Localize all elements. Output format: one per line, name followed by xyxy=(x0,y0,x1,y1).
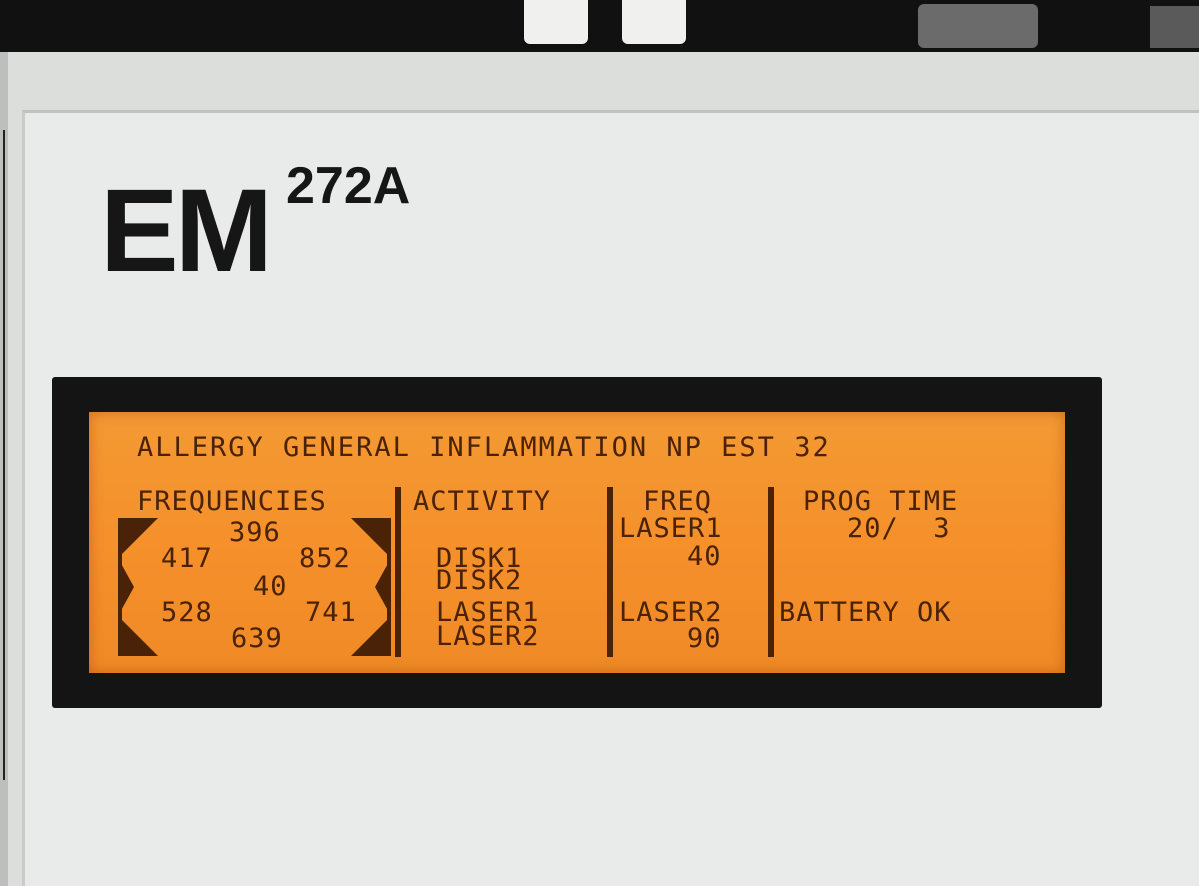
top-peg-right xyxy=(622,0,686,44)
frequency-value: 639 xyxy=(231,623,283,654)
model-number: 272A xyxy=(286,157,411,215)
octagon-corner xyxy=(351,518,391,558)
activity-header: ACTIVITY xyxy=(413,486,552,517)
frequency-value: 396 xyxy=(229,517,281,548)
activity-item: LASER2 xyxy=(436,621,540,652)
octagon-corner xyxy=(118,616,158,656)
display-bezel: ALLERGY GENERAL INFLAMMATION NP EST 32 F… xyxy=(52,377,1102,708)
octagon-notch xyxy=(118,558,134,616)
prog-time-value: 20/ 3 xyxy=(847,513,951,544)
laser1-freq-value: 40 xyxy=(687,541,722,572)
top-peg-left xyxy=(524,0,588,44)
column-divider xyxy=(395,487,401,657)
octagon-corner xyxy=(351,616,391,656)
device-seam xyxy=(3,130,5,780)
frequency-value: 741 xyxy=(305,597,357,628)
column-divider xyxy=(768,487,774,657)
top-edge xyxy=(0,0,1199,52)
frequency-value: 417 xyxy=(161,543,213,574)
frequency-value: 40 xyxy=(253,571,288,602)
top-corner-part xyxy=(1150,6,1199,48)
octagon-notch xyxy=(375,558,391,616)
octagon-corner xyxy=(118,518,158,558)
top-knob xyxy=(918,4,1038,48)
brand-name: EM xyxy=(100,165,273,297)
frequencies-header: FREQUENCIES xyxy=(137,486,327,517)
battery-status: BATTERY OK xyxy=(779,597,952,628)
column-divider xyxy=(607,487,613,657)
program-title: ALLERGY GENERAL INFLAMMATION NP EST 32 xyxy=(137,432,831,463)
freq-header: FREQ xyxy=(643,486,713,517)
activity-item: DISK2 xyxy=(436,565,523,596)
lcd-screen: ALLERGY GENERAL INFLAMMATION NP EST 32 F… xyxy=(89,412,1065,673)
prog-time-header: PROG TIME xyxy=(803,486,959,517)
laser2-label: LASER2 xyxy=(619,597,723,628)
frequency-value: 528 xyxy=(161,597,213,628)
laser2-freq-value: 90 xyxy=(687,623,722,654)
frequency-value: 852 xyxy=(299,543,351,574)
laser1-label: LASER1 xyxy=(619,513,723,544)
